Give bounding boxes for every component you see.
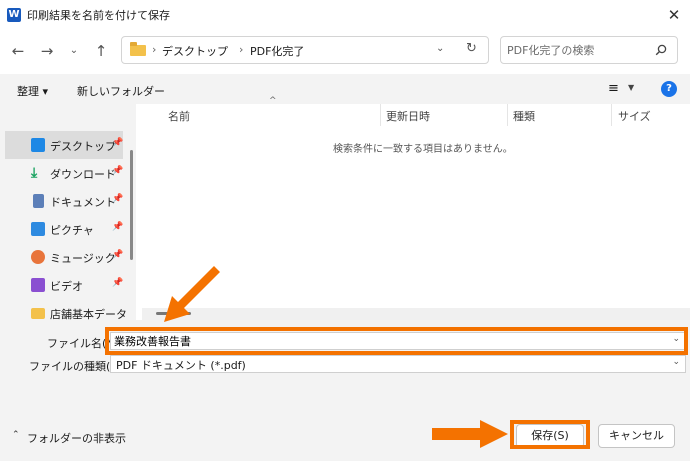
sidebar-item-label: ミュージック	[50, 252, 116, 265]
horizontal-scrollbar[interactable]	[142, 308, 690, 320]
refresh-icon[interactable]: ↻	[466, 41, 477, 56]
pin-icon: 📌	[112, 250, 124, 260]
sidebar-item-desktop[interactable]: デスクトップ 📌	[5, 131, 123, 159]
filetype-select[interactable]: PDF ドキュメント (*.pdf) ⌄	[110, 355, 686, 373]
sidebar-item-documents[interactable]: ドキュメント 📌	[5, 187, 123, 215]
sidebar-item-label: ドキュメント	[50, 196, 116, 209]
sidebar-item-videos[interactable]: ビデオ 📌	[5, 271, 123, 299]
column-header-type[interactable]: 種類	[513, 108, 535, 124]
pictures-icon	[31, 222, 45, 236]
sidebar-item-store-data[interactable]: 店舗基本データ	[5, 299, 127, 320]
sidebar-item-downloads[interactable]: ⤓ ダウンロード 📌	[5, 159, 123, 187]
chevron-up-icon[interactable]: ⌃	[12, 430, 20, 440]
file-list: ^ 名前 更新日時 種類 サイズ 検索条件に一致する項目はありません。	[138, 96, 690, 320]
forward-arrow-icon[interactable]: →	[37, 41, 57, 61]
sidebar-item-music[interactable]: ミュージック 📌	[5, 243, 123, 271]
search-input[interactable]	[507, 42, 647, 58]
filetype-value: PDF ドキュメント (*.pdf)	[116, 359, 246, 372]
sidebar-item-label: デスクトップ	[50, 140, 116, 153]
breadcrumb-separator-icon: ›	[152, 43, 157, 56]
view-options-caret-icon[interactable]: ▼	[628, 83, 634, 92]
address-bar[interactable]: › デスクトップ › PDF化完了 ⌄ ↻	[121, 36, 489, 64]
pin-icon: 📌	[112, 138, 124, 148]
organize-menu-button[interactable]: 整理 ▾	[17, 83, 48, 99]
pin-icon: 📌	[112, 222, 124, 232]
filename-highlight-box	[105, 327, 688, 355]
orange-arrow-right-icon	[432, 420, 508, 448]
folder-icon	[31, 308, 45, 319]
help-icon[interactable]: ?	[661, 81, 677, 97]
new-folder-button[interactable]: 新しいフォルダー	[77, 83, 165, 99]
orange-arrow-diagonal-icon	[164, 266, 220, 322]
column-header-modified[interactable]: 更新日時	[386, 108, 430, 124]
search-icon[interactable]	[655, 44, 667, 56]
word-app-icon: W	[7, 8, 21, 22]
address-history-chevron-icon[interactable]: ⌄	[436, 43, 444, 54]
column-header-name[interactable]: 名前	[168, 108, 190, 124]
breadcrumb-item-desktop[interactable]: デスクトップ	[162, 43, 228, 59]
video-icon	[31, 278, 45, 292]
folder-icon	[130, 42, 146, 56]
sort-ascending-icon: ^	[269, 96, 277, 106]
column-divider[interactable]	[611, 104, 612, 126]
desktop-icon	[31, 138, 45, 152]
view-options-icon[interactable]: ≡	[608, 81, 619, 96]
window-title: 印刷結果を名前を付けて保存	[27, 9, 170, 22]
close-icon[interactable]: ✕	[664, 5, 684, 25]
sidebar-item-pictures[interactable]: ピクチャ 📌	[5, 215, 123, 243]
save-button-highlight-box	[510, 420, 590, 449]
back-arrow-icon[interactable]: ←	[8, 41, 28, 61]
pin-icon: 📌	[112, 166, 124, 176]
music-icon	[31, 250, 45, 264]
recent-locations-chevron-icon[interactable]: ⌄	[64, 41, 84, 61]
filetype-dropdown-chevron-icon[interactable]: ⌄	[672, 357, 680, 367]
breadcrumb-item-pdf-folder[interactable]: PDF化完了	[250, 43, 304, 59]
sidebar-item-label: ダウンロード	[50, 168, 116, 181]
sidebar-scrollbar[interactable]	[130, 150, 133, 260]
pin-icon: 📌	[112, 278, 124, 288]
navigation-pane: デスクトップ 📌 ⤓ ダウンロード 📌 ドキュメント 📌 ピクチャ 📌 ミュージ…	[0, 104, 136, 320]
sidebar-item-label: ピクチャ	[50, 224, 94, 237]
search-box[interactable]	[500, 36, 678, 64]
download-icon: ⤓	[31, 165, 38, 181]
up-arrow-icon[interactable]: ↑	[91, 41, 111, 61]
breadcrumb-separator-icon: ›	[239, 43, 244, 56]
sidebar-item-label: ビデオ	[50, 280, 83, 293]
cancel-button[interactable]: キャンセル	[598, 424, 675, 448]
title-bar: W 印刷結果を名前を付けて保存 ✕	[0, 0, 690, 30]
sidebar-item-label: 店舗基本データ	[50, 308, 127, 320]
column-divider[interactable]	[380, 104, 381, 126]
column-divider[interactable]	[507, 104, 508, 126]
empty-results-message: 検索条件に一致する項目はありません。	[333, 144, 513, 155]
hide-folders-toggle[interactable]: フォルダーの非表示	[27, 430, 126, 446]
column-header-size[interactable]: サイズ	[618, 108, 651, 124]
document-icon	[33, 194, 44, 208]
command-toolbar: 整理 ▾ 新しいフォルダー ≡ ▼ ?	[0, 74, 690, 104]
pin-icon: 📌	[112, 194, 124, 204]
